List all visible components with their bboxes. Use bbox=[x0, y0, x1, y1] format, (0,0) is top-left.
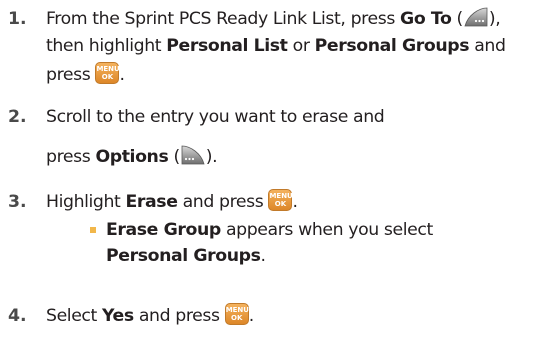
menu-ok-key-icon: MENU OK bbox=[224, 303, 249, 325]
step-number: 4. bbox=[8, 306, 27, 326]
step-number: 1. bbox=[8, 9, 27, 29]
personal-groups-label: Personal Groups bbox=[314, 36, 470, 56]
personal-groups-label: Personal Groups bbox=[106, 246, 261, 266]
step-3-note-line-2: Personal Groups. bbox=[106, 246, 266, 266]
erase-group-label: Erase Group bbox=[106, 220, 221, 240]
step-4-line-1: Select Yes and press MENU OK. bbox=[46, 303, 254, 328]
step-number: 2. bbox=[8, 107, 27, 127]
personal-list-label: Personal List bbox=[166, 36, 288, 56]
step-2-line-1: Scroll to the entry you want to erase an… bbox=[46, 107, 385, 127]
menu-ok-key-icon: MENU OK bbox=[268, 189, 293, 211]
step-1-line-1: From the Sprint PCS Ready Link List, pre… bbox=[46, 7, 501, 31]
erase-label: Erase bbox=[125, 192, 178, 212]
yes-label: Yes bbox=[102, 306, 134, 326]
step-2-line-2: press Options (). bbox=[46, 145, 218, 169]
step-3-line-1: Highlight Erase and press MENU OK. bbox=[46, 189, 298, 214]
step-1-line-2: then highlight Personal List or Personal… bbox=[46, 36, 506, 56]
menu-ok-key-icon: MENU OK bbox=[95, 62, 120, 84]
step-3-note-line-1: Erase Group appears when you select bbox=[106, 220, 433, 240]
right-softkey-icon bbox=[181, 145, 205, 165]
left-softkey-icon bbox=[464, 7, 488, 27]
step-1-line-3: press MENU OK. bbox=[46, 62, 125, 87]
step-number: 3. bbox=[8, 192, 27, 212]
go-to-label: Go To bbox=[400, 9, 452, 29]
options-label: Options bbox=[95, 147, 169, 167]
bullet-marker bbox=[90, 227, 96, 233]
